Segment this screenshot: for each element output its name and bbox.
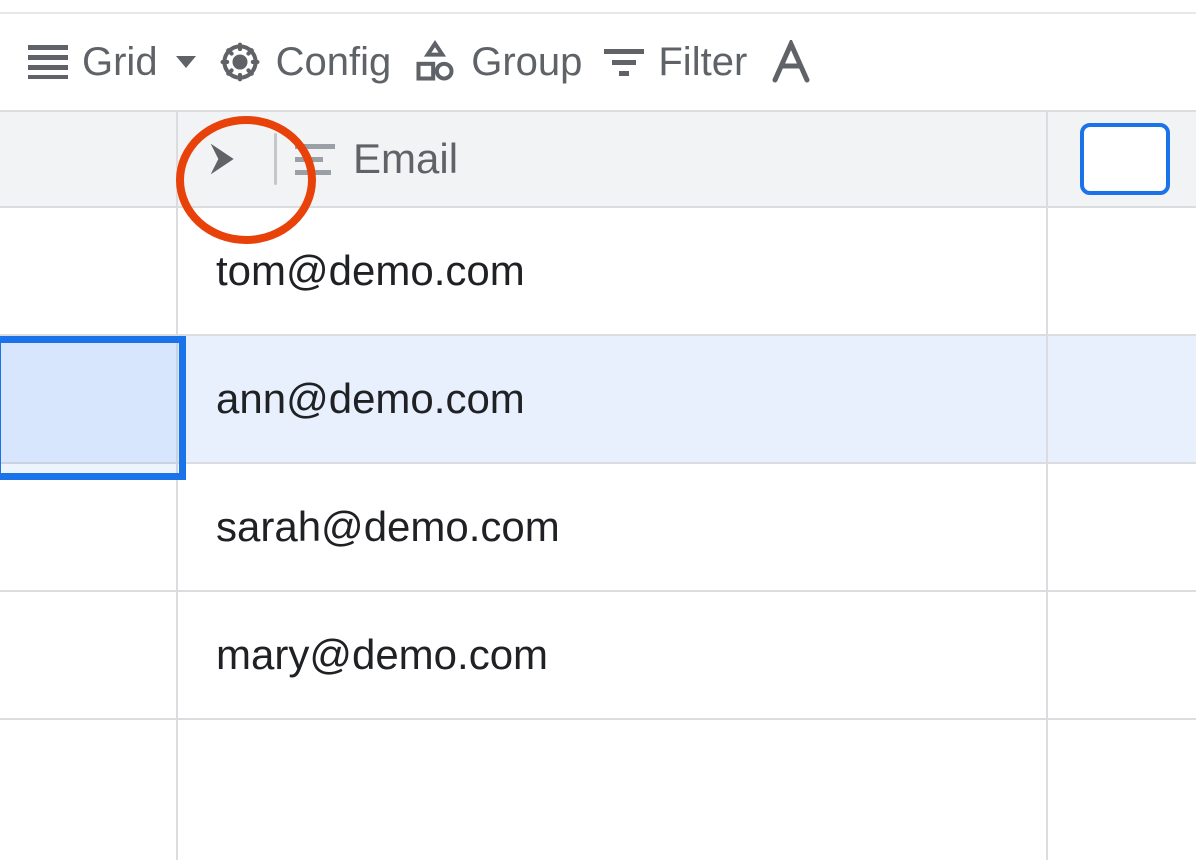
cell-email[interactable]	[178, 720, 1048, 860]
table-row[interactable]: sarah@demo.com	[0, 464, 1196, 592]
data-grid: tom@demo.com ann@demo.com sarah@demo.com…	[0, 208, 1196, 860]
cell-email-value: ann@demo.com	[216, 375, 525, 423]
filter-label: Filter	[658, 40, 747, 85]
toolbar: Grid Config Group	[0, 14, 1196, 112]
filter-icon	[604, 47, 644, 77]
cell-next[interactable]	[1048, 208, 1196, 334]
top-edge	[0, 0, 1196, 14]
expand-column-button[interactable]	[196, 129, 256, 189]
text-type-icon	[295, 142, 335, 176]
row-handle[interactable]	[0, 208, 178, 334]
cell-next[interactable]	[1048, 592, 1196, 718]
cell-email-value: tom@demo.com	[216, 247, 525, 295]
table-row[interactable]: tom@demo.com	[0, 208, 1196, 336]
cell-next[interactable]	[1048, 336, 1196, 462]
cell-next[interactable]	[1048, 720, 1196, 860]
row-handle[interactable]	[0, 336, 178, 462]
row-handle[interactable]	[0, 592, 178, 718]
table-row[interactable]: ann@demo.com	[0, 336, 1196, 464]
config-button[interactable]: Config	[218, 40, 392, 85]
table-row[interactable]: mary@demo.com	[0, 592, 1196, 720]
column-header-row: Email	[0, 112, 1196, 208]
grid-lines-icon	[28, 45, 68, 79]
cell-next[interactable]	[1048, 464, 1196, 590]
cell-email[interactable]: sarah@demo.com	[178, 464, 1048, 590]
cell-email[interactable]: mary@demo.com	[178, 592, 1048, 718]
cell-email-value: mary@demo.com	[216, 631, 548, 679]
group-button[interactable]: Group	[413, 40, 582, 85]
header-input-box[interactable]	[1080, 123, 1170, 195]
filter-button[interactable]: Filter	[604, 40, 747, 85]
table-row-empty[interactable]	[0, 720, 1196, 860]
gear-icon	[218, 40, 262, 84]
toolbar-extra-button[interactable]	[771, 40, 811, 84]
column-header-email[interactable]: Email	[178, 112, 1048, 206]
group-shapes-icon	[413, 40, 457, 84]
config-label: Config	[276, 40, 392, 85]
row-handle[interactable]	[0, 720, 178, 860]
row-header-column[interactable]	[0, 112, 178, 206]
letter-a-icon	[771, 40, 811, 84]
column-resize-handle[interactable]	[274, 133, 277, 185]
caret-down-icon	[176, 56, 196, 68]
column-header-email-label: Email	[353, 135, 458, 183]
cell-email[interactable]: tom@demo.com	[178, 208, 1048, 334]
row-handle[interactable]	[0, 464, 178, 590]
view-grid-label: Grid	[82, 40, 158, 85]
group-label: Group	[471, 40, 582, 85]
column-header-next[interactable]	[1048, 112, 1196, 206]
cell-email[interactable]: ann@demo.com	[178, 336, 1048, 462]
cell-email-value: sarah@demo.com	[216, 503, 560, 551]
view-grid-button[interactable]: Grid	[28, 40, 196, 85]
